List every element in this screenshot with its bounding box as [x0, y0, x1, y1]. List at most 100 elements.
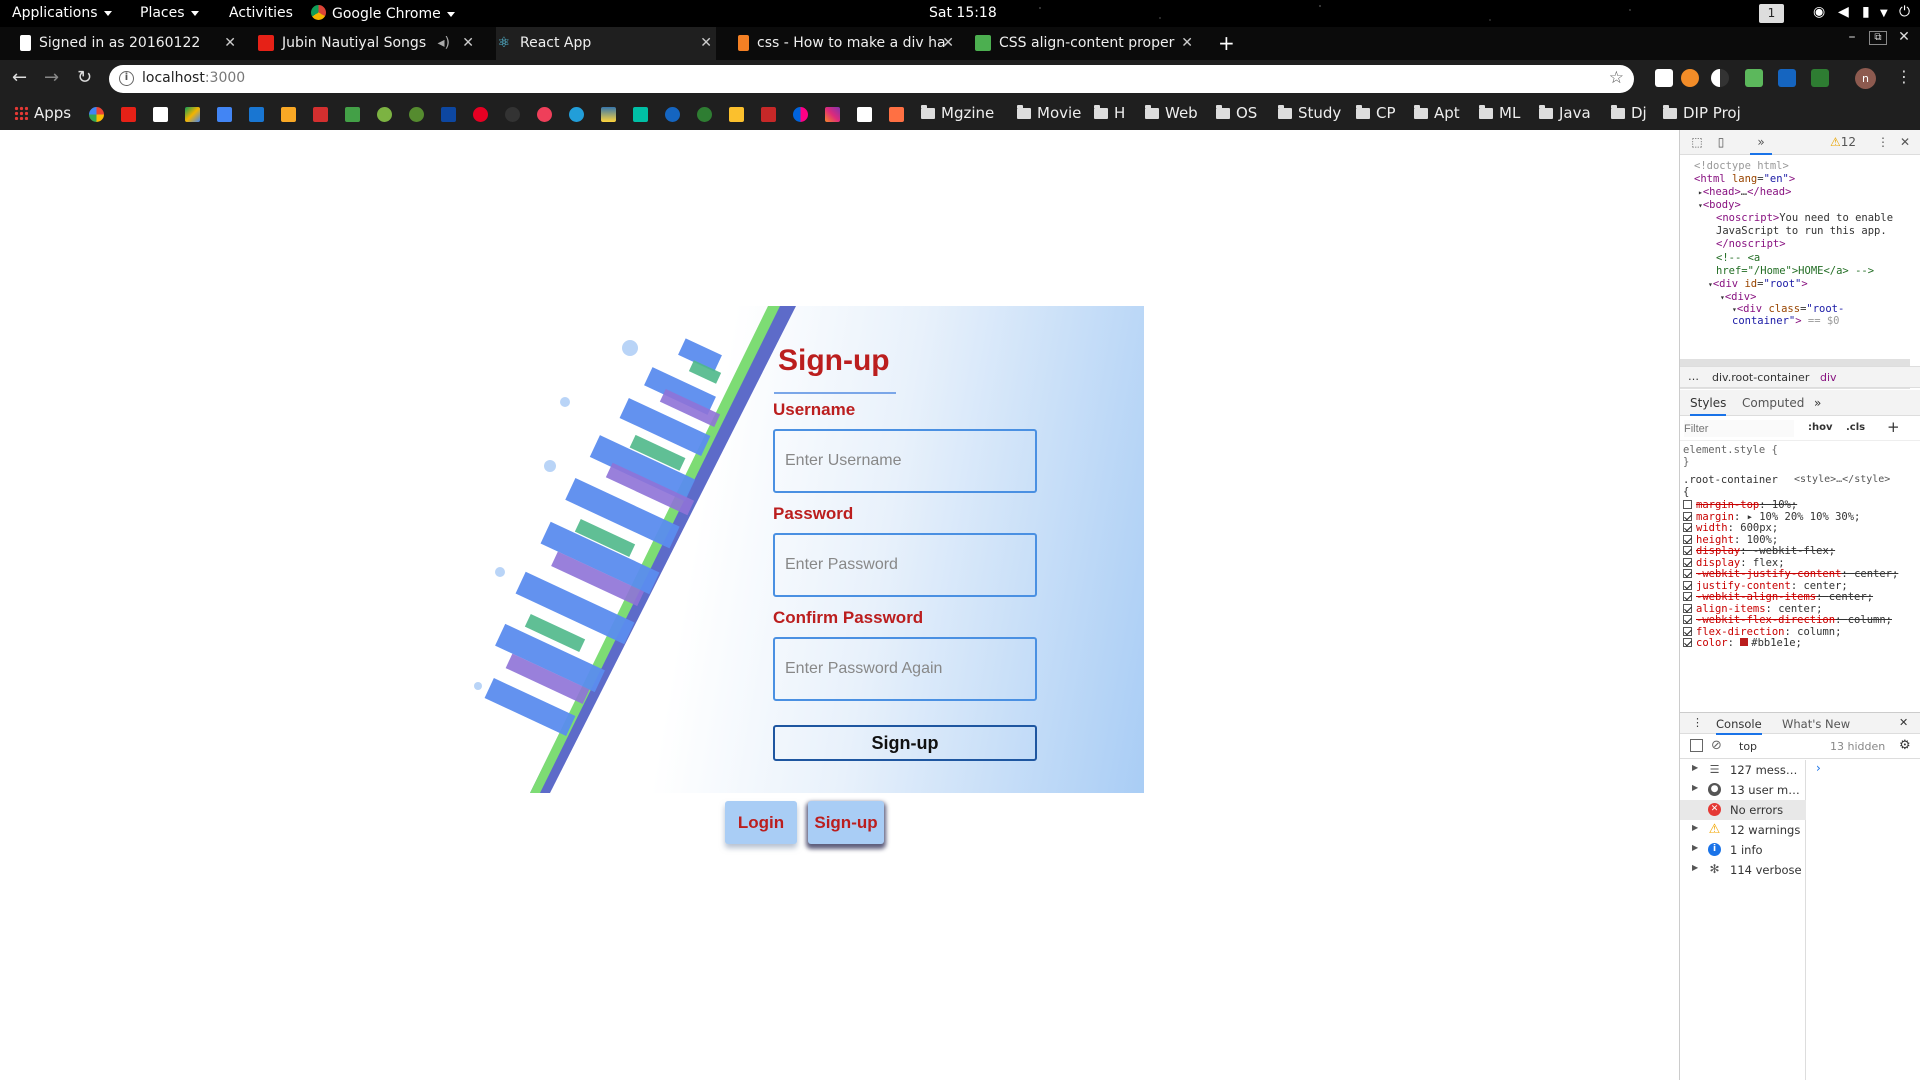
- close-icon[interactable]: ✕: [462, 27, 474, 60]
- property-value[interactable]: center;: [1803, 580, 1847, 592]
- bookmark-folder[interactable]: Study: [1278, 104, 1341, 122]
- declaration-checkbox[interactable]: [1683, 546, 1692, 555]
- bookmark-folder[interactable]: ML: [1479, 104, 1520, 122]
- declaration-checkbox[interactable]: [1683, 511, 1692, 521]
- tab-react-app[interactable]: ⚛ React App ✕: [496, 27, 716, 60]
- property-name[interactable]: -webkit-flex-direction: [1696, 614, 1835, 626]
- comment-node[interactable]: <!-- <a: [1716, 252, 1760, 264]
- bookmark-icon[interactable]: [377, 107, 392, 122]
- element-style-rule[interactable]: element.style {: [1683, 444, 1778, 456]
- bookmark-icon[interactable]: [313, 107, 328, 122]
- hover-state-toggle[interactable]: :hov: [1808, 422, 1833, 433]
- property-value[interactable]: -webkit-flex;: [1753, 545, 1835, 557]
- play-icon[interactable]: [409, 107, 424, 122]
- declaration-checkbox[interactable]: [1683, 557, 1692, 567]
- bookmark-icon[interactable]: [249, 107, 264, 122]
- declaration-checkbox[interactable]: [1683, 523, 1692, 532]
- dom-node[interactable]: </noscript>: [1716, 238, 1786, 250]
- workspace-indicator[interactable]: 1: [1759, 4, 1784, 23]
- password-input[interactable]: [773, 533, 1037, 597]
- chevron-down-icon[interactable]: ▼: [1880, 8, 1888, 19]
- bookmark-apps[interactable]: Apps: [14, 104, 71, 122]
- declaration-checkbox[interactable]: [1683, 534, 1692, 544]
- breadcrumb-item[interactable]: div: [1820, 371, 1837, 384]
- dom-node[interactable]: ▾<body>: [1698, 199, 1741, 211]
- tab-stackoverflow[interactable]: css - How to make a div ha ✕: [738, 27, 958, 60]
- extension-icon[interactable]: [1655, 69, 1673, 87]
- property-name[interactable]: align-items: [1696, 603, 1766, 615]
- gmail-icon[interactable]: [153, 107, 168, 122]
- bookmark-folder[interactable]: Java: [1539, 104, 1591, 122]
- class-toggle[interactable]: .cls: [1846, 422, 1865, 433]
- property-name[interactable]: color: [1696, 637, 1728, 649]
- more-tabs-icon[interactable]: »: [1750, 135, 1772, 155]
- drive-icon[interactable]: [185, 107, 200, 122]
- signup-nav-button[interactable]: Sign-up: [808, 801, 884, 844]
- bookmark-folder[interactable]: H: [1094, 104, 1125, 122]
- bookmark-icon[interactable]: [633, 107, 648, 122]
- tab-css-align-content[interactable]: CSS align-content proper ✕: [975, 27, 1197, 60]
- breadcrumb-item[interactable]: div.root-container: [1712, 371, 1809, 384]
- property-name[interactable]: display: [1696, 557, 1740, 569]
- property-value[interactable]: 100%;: [1747, 534, 1779, 546]
- close-icon[interactable]: ✕: [224, 27, 236, 60]
- property-value[interactable]: 600px;: [1740, 522, 1778, 534]
- bookmark-folder[interactable]: Dj: [1611, 104, 1647, 122]
- drawer-menu-icon[interactable]: ⋮: [1692, 716, 1703, 729]
- bookmark-folder[interactable]: Mgzine: [921, 104, 994, 122]
- console-prompt-icon[interactable]: ›: [1816, 761, 1821, 775]
- extension-icon[interactable]: [1681, 69, 1699, 87]
- extension-icon[interactable]: [1745, 69, 1763, 87]
- dom-node[interactable]: ▾<div id="root">: [1708, 278, 1808, 290]
- power-icon[interactable]: ⏻: [1899, 4, 1910, 20]
- dom-node-selected[interactable]: ▾<div class="root-: [1732, 303, 1844, 315]
- inspect-icon[interactable]: ⬚: [1690, 135, 1704, 149]
- css-declaration[interactable]: align-items: center;: [1683, 603, 1822, 615]
- applications-menu[interactable]: Applications: [12, 5, 112, 21]
- activities-button[interactable]: Activities: [229, 5, 293, 21]
- bookmark-icon[interactable]: [857, 107, 872, 122]
- instagram-icon[interactable]: [825, 107, 840, 122]
- python-icon[interactable]: [601, 107, 616, 122]
- property-value[interactable]: center;: [1778, 603, 1822, 615]
- sidebar-toggle-icon[interactable]: [1690, 739, 1703, 752]
- maps-icon[interactable]: [217, 107, 232, 122]
- property-name[interactable]: -webkit-justify-content: [1696, 568, 1841, 580]
- console-filter-info[interactable]: ▶ i 1 info: [1680, 840, 1806, 860]
- declaration-checkbox[interactable]: [1683, 638, 1692, 647]
- declaration-checkbox[interactable]: [1683, 569, 1692, 578]
- bookmark-icon[interactable]: [729, 107, 744, 122]
- signup-submit-button[interactable]: Sign-up: [773, 725, 1037, 761]
- css-declaration[interactable]: margin-top: 10%;: [1683, 499, 1797, 511]
- property-name[interactable]: flex-direction: [1696, 626, 1785, 638]
- battery-icon[interactable]: ▮: [1862, 4, 1870, 20]
- bookmark-star-icon[interactable]: ☆: [1609, 68, 1624, 88]
- css-declaration[interactable]: width: 600px;: [1683, 522, 1778, 534]
- property-value[interactable]: center;: [1829, 591, 1873, 603]
- css-declaration[interactable]: justify-content: center;: [1683, 580, 1848, 592]
- css-declaration[interactable]: display: -webkit-flex;: [1683, 545, 1835, 557]
- new-tab-button[interactable]: +: [1218, 31, 1235, 55]
- bookmark-folder[interactable]: Apt: [1414, 104, 1460, 122]
- close-icon[interactable]: ✕: [1898, 135, 1912, 149]
- property-value[interactable]: column;: [1797, 626, 1841, 638]
- minimize-button[interactable]: –: [1843, 30, 1861, 45]
- rule-source-link[interactable]: <style>…</style>: [1794, 474, 1890, 485]
- console-filter-verbose[interactable]: ▶ ✻ 114 verbose: [1680, 860, 1806, 880]
- bookmark-icon[interactable]: [889, 107, 904, 122]
- confirm-password-input[interactable]: [773, 637, 1037, 701]
- bookmark-folder[interactable]: Web: [1145, 104, 1198, 122]
- close-icon[interactable]: ✕: [1899, 716, 1908, 729]
- device-toggle-icon[interactable]: ▯: [1714, 135, 1728, 149]
- property-name[interactable]: display: [1696, 545, 1740, 557]
- console-filter-warnings[interactable]: ▶ ⚠ 12 warnings: [1680, 820, 1806, 840]
- css-declaration[interactable]: -webkit-align-items: center;: [1683, 591, 1873, 603]
- bookmark-icon[interactable]: [281, 107, 296, 122]
- declaration-checkbox[interactable]: [1683, 500, 1692, 509]
- warnings-badge[interactable]: ⚠12: [1828, 135, 1858, 149]
- bookmark-folder[interactable]: DIP Proj: [1663, 104, 1741, 122]
- more-icon[interactable]: …: [1688, 370, 1699, 383]
- tab-console[interactable]: Console: [1716, 717, 1762, 735]
- github-icon[interactable]: [505, 107, 520, 122]
- bookmark-icon[interactable]: [441, 107, 456, 122]
